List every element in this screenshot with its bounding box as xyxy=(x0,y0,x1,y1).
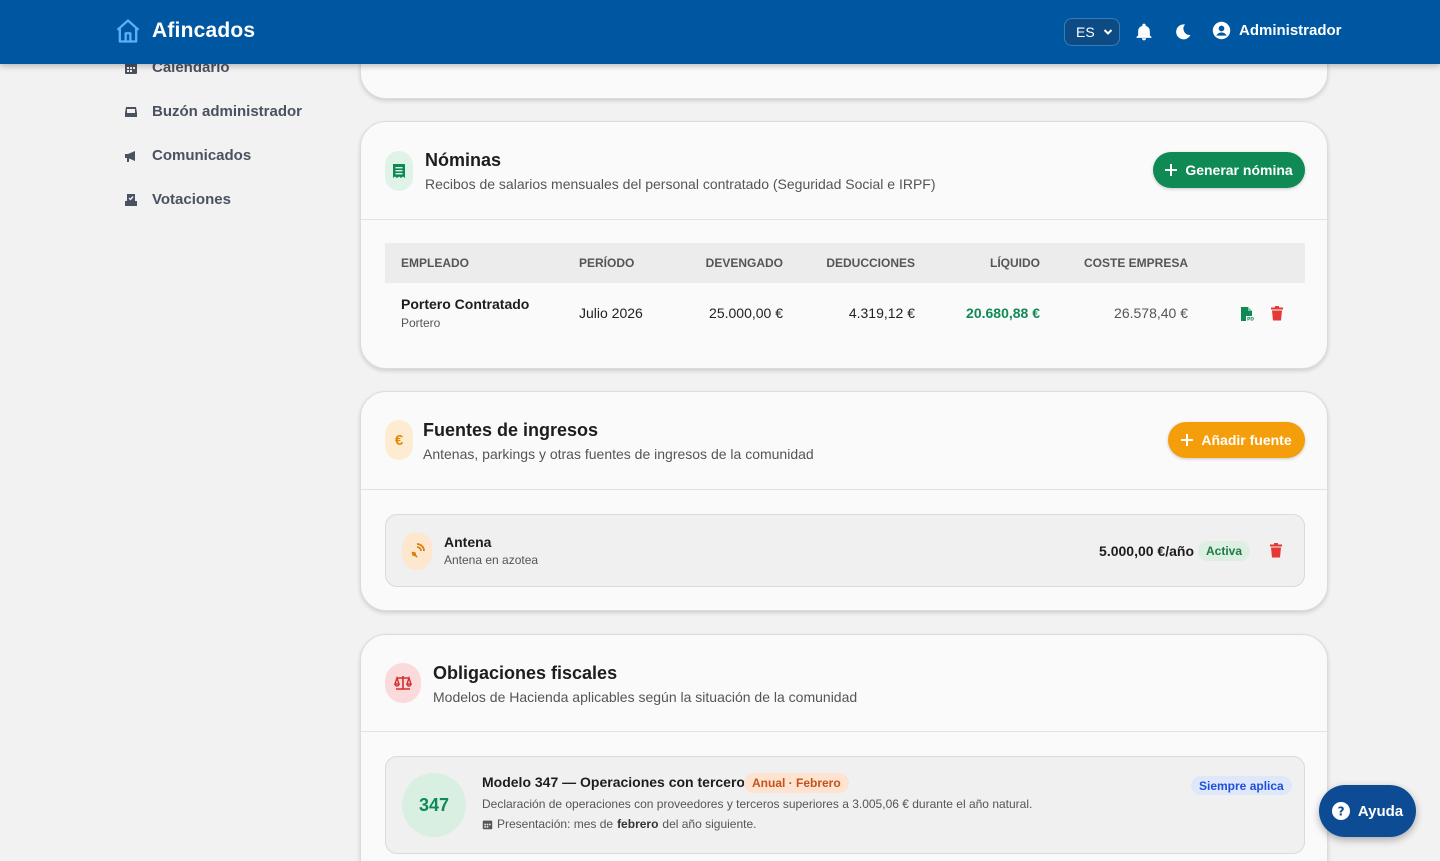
income-source-item: Antena Antena en azotea 5.000,00 €/año A… xyxy=(385,514,1305,587)
calendar-icon xyxy=(482,820,493,829)
table-row: Portero Contratado Portero Julio 2026 25… xyxy=(385,283,1305,345)
language-value: ES xyxy=(1076,24,1095,40)
column-header-periodo: PERÍODO xyxy=(579,256,635,270)
sidebar-item-votaciones[interactable]: Votaciones xyxy=(124,191,231,208)
sidebar-item-label: Comunicados xyxy=(152,147,252,164)
fuentes-card: € Fuentes de ingresos Antenas, parkings … xyxy=(360,391,1328,611)
column-header-deducciones: DEDUCCIONES xyxy=(826,256,915,270)
period-cell: Julio 2026 xyxy=(579,305,643,321)
moon-icon[interactable] xyxy=(1173,22,1193,42)
inbox-icon xyxy=(125,106,137,117)
button-label: Añadir fuente xyxy=(1201,432,1292,448)
euro-icon: € xyxy=(385,420,413,460)
scale-icon xyxy=(385,663,421,703)
presentation-line: Presentación: mes de febrero del año sig… xyxy=(482,817,756,831)
nominas-header: Nóminas Recibos de salarios mensuales de… xyxy=(361,122,1327,220)
svg-text:PDF: PDF xyxy=(1247,316,1254,322)
plus-icon xyxy=(1165,164,1178,176)
deducciones-cell: 4.319,12 € xyxy=(848,305,915,321)
svg-text:?: ? xyxy=(1337,805,1344,819)
megaphone-icon xyxy=(125,150,135,162)
fiscales-header: Obligaciones fiscales Modelos de Haciend… xyxy=(361,635,1327,732)
sidebar-item-buzon[interactable]: Buzón administrador xyxy=(124,103,302,120)
fiscales-subtitle: Modelos de Hacienda aplicables según la … xyxy=(433,689,858,705)
nominas-title: Nóminas xyxy=(425,150,502,170)
tax-model-item: 347 Modelo 347 — Operaciones con tercero… xyxy=(385,756,1305,854)
home-icon xyxy=(116,19,140,43)
liquido-cell: 20.680,88 € xyxy=(966,305,1040,321)
antenna-icon xyxy=(402,532,432,570)
source-amount: 5.000,00 €/año xyxy=(1099,543,1194,559)
user-name: Administrador xyxy=(1239,22,1342,39)
plus-icon xyxy=(1181,434,1194,446)
receipt-icon-badge xyxy=(385,151,413,191)
sidebar-item-label: Buzón administrador xyxy=(152,103,303,120)
nominas-card: Nóminas Recibos de salarios mensuales de… xyxy=(360,121,1328,369)
help-label: Ayuda xyxy=(1357,802,1404,820)
presentation-month: febrero xyxy=(617,817,659,831)
brand-title: Afincados xyxy=(152,19,256,42)
presentation-prefix: Presentación: mes de xyxy=(497,817,614,831)
help-button[interactable]: ? Ayuda xyxy=(1319,785,1416,837)
question-circle-icon: ? xyxy=(1331,802,1350,820)
model-code-badge: 347 xyxy=(402,773,466,837)
sidebar: Calendario Buzón administrador Comunicad… xyxy=(0,59,340,861)
receipt-icon xyxy=(393,164,405,178)
column-header-empleado: EMPLEADO xyxy=(401,256,470,270)
model-description: Declaración de operaciones con proveedor… xyxy=(482,797,1033,811)
pdf-download-icon[interactable]: PDF xyxy=(1240,306,1254,322)
ballot-icon xyxy=(125,193,137,206)
fuentes-header: € Fuentes de ingresos Antenas, parkings … xyxy=(361,392,1327,490)
sidebar-item-comunicados[interactable]: Comunicados xyxy=(124,147,251,164)
coste-cell: 26.578,40 € xyxy=(1114,305,1188,321)
source-description: Antena en azotea xyxy=(444,553,539,567)
generar-nomina-button[interactable]: Generar nómina xyxy=(1153,152,1305,188)
period-tag: Anual · Febrero xyxy=(744,773,849,793)
anadir-fuente-button[interactable]: Añadir fuente xyxy=(1168,422,1305,458)
nominas-table-header: EMPLEADO PERÍODO DEVENGADO DEDUCCIONES L… xyxy=(385,243,1305,283)
devengado-cell: 25.000,00 € xyxy=(709,305,783,321)
applies-badge: Siempre aplica xyxy=(1191,776,1292,795)
trash-icon[interactable] xyxy=(1271,306,1283,321)
user-circle-icon xyxy=(1212,21,1231,40)
fuentes-title: Fuentes de ingresos xyxy=(423,420,599,440)
top-navbar: Afincados ES Administrador xyxy=(0,0,1440,64)
presentation-suffix: del año siguiente. xyxy=(662,817,757,831)
chevron-down-icon xyxy=(1103,29,1112,35)
sidebar-item-label: Votaciones xyxy=(152,191,231,208)
trash-icon[interactable] xyxy=(1270,543,1282,558)
fiscales-card: Obligaciones fiscales Modelos de Haciend… xyxy=(360,634,1328,861)
status-badge: Activa xyxy=(1198,541,1251,561)
employee-name: Portero Contratado xyxy=(401,296,530,312)
fiscales-title: Obligaciones fiscales xyxy=(433,663,618,683)
language-select[interactable]: ES xyxy=(1064,18,1120,46)
user-menu[interactable]: Administrador xyxy=(1212,21,1342,40)
button-label: Generar nómina xyxy=(1185,162,1293,178)
model-title: Modelo 347 — Operaciones con terceros xyxy=(482,774,753,790)
brand[interactable]: Afincados xyxy=(114,17,255,45)
nominas-subtitle: Recibos de salarios mensuales del person… xyxy=(425,176,936,192)
employee-role: Portero xyxy=(401,316,441,330)
column-header-coste-empresa: COSTE EMPRESA xyxy=(1083,256,1188,270)
column-header-devengado: DEVENGADO xyxy=(705,256,783,270)
source-name: Antena xyxy=(444,534,492,550)
column-header-liquido: LÍQUIDO xyxy=(990,256,1040,270)
fuentes-subtitle: Antenas, parkings y otras fuentes de ing… xyxy=(423,446,814,462)
bell-icon[interactable] xyxy=(1134,22,1154,42)
